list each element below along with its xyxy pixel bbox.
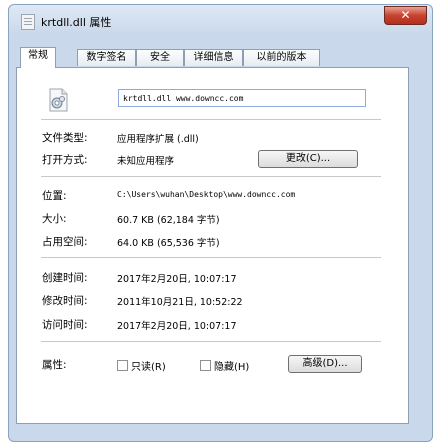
location-label: 位置: (42, 190, 67, 202)
opens-with-value: 未知应用程序 (117, 156, 175, 167)
change-button[interactable]: 更改(C)... (258, 150, 358, 168)
tab-security[interactable]: 安全 (136, 49, 184, 66)
size-on-disk-label: 占用空间: (42, 236, 88, 248)
opens-with-label: 打开方式: (42, 154, 88, 166)
accessed-value: 2017年2月20日, 10:07:17 (117, 321, 237, 332)
modified-value: 2011年10月21日, 10:52:22 (117, 297, 243, 308)
tab-general[interactable]: 常规 (20, 47, 56, 68)
divider (41, 341, 381, 342)
size-value: 60.7 KB (62,184 字节) (117, 215, 220, 226)
tab-digital-signatures[interactable]: 数字签名 (77, 49, 136, 66)
divider (41, 176, 381, 177)
general-panel: 文件类型: 应用程序扩展 (.dll) 打开方式: 未知应用程序 更改(C)..… (16, 67, 409, 424)
tab-previous-versions[interactable]: 以前的版本 (243, 49, 320, 66)
readonly-checkbox[interactable] (117, 360, 128, 371)
title-bar[interactable]: krtdll.dll 属性 ✕ (9, 5, 432, 37)
divider (41, 119, 381, 120)
size-label: 大小: (42, 213, 67, 225)
size-on-disk-value: 64.0 KB (65,536 字节) (117, 238, 220, 249)
location-value: C:\Users\wuhan\Desktop\www.downcc.com (117, 190, 296, 199)
readonly-label[interactable]: 只读(R) (131, 358, 166, 373)
file-settings-icon (49, 88, 68, 112)
accessed-label: 访问时间: (42, 319, 88, 331)
created-label: 创建时间: (42, 272, 88, 284)
tab-details[interactable]: 详细信息 (184, 49, 243, 66)
close-button[interactable]: ✕ (384, 6, 427, 25)
document-icon (21, 14, 35, 30)
file-name-field[interactable] (118, 89, 366, 107)
file-type-label: 文件类型: (42, 132, 88, 144)
file-name-input[interactable] (119, 90, 365, 106)
file-type-value: 应用程序扩展 (.dll) (117, 134, 199, 145)
window-title: krtdll.dll 属性 (41, 16, 112, 29)
hidden-label[interactable]: 隐藏(H) (214, 358, 249, 373)
attributes-label: 属性: (42, 359, 67, 371)
advanced-button[interactable]: 高级(D)... (288, 355, 362, 373)
created-value: 2017年2月20日, 10:07:17 (117, 274, 237, 285)
divider (41, 257, 381, 258)
modified-label: 修改时间: (42, 295, 88, 307)
hidden-checkbox[interactable] (200, 360, 211, 371)
